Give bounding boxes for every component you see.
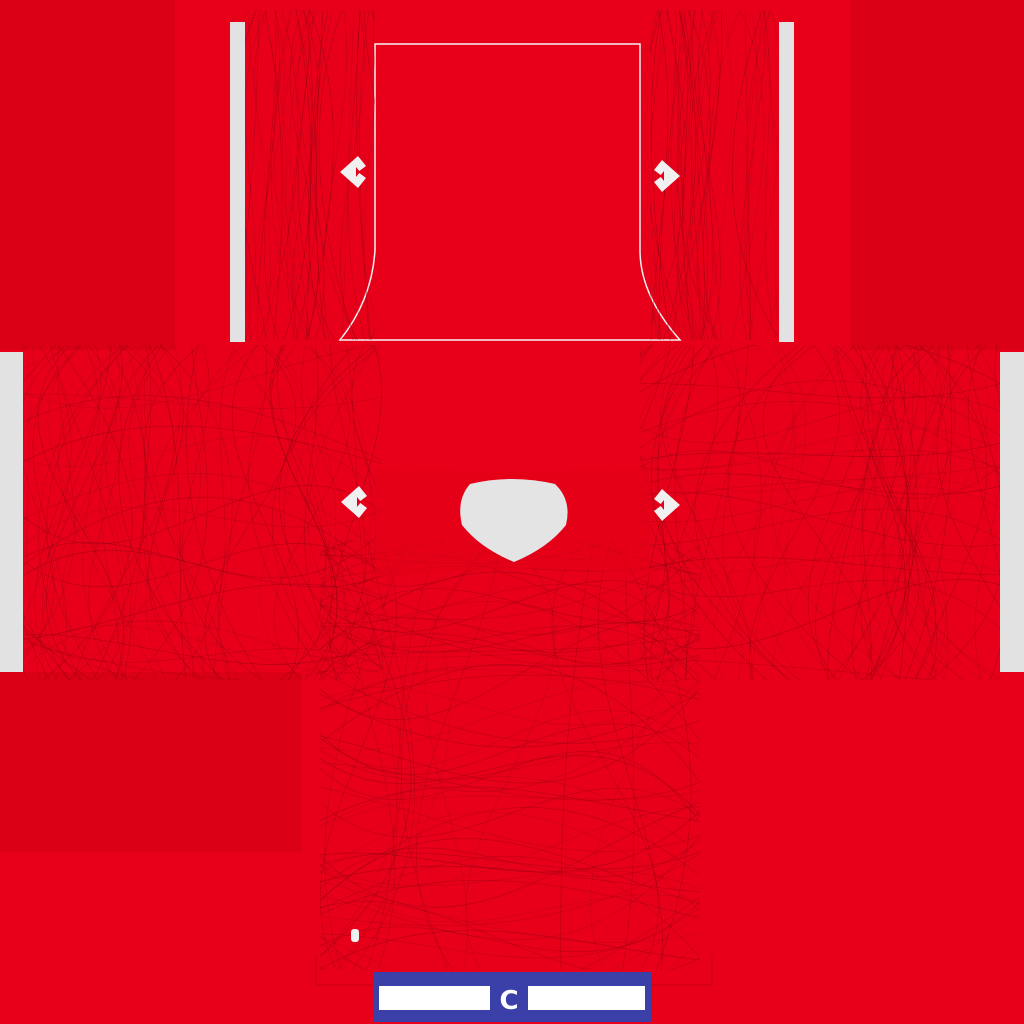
size-tag	[351, 929, 359, 942]
cuff-trim-top-left	[230, 22, 245, 342]
captain-armband: C	[373, 972, 651, 1022]
cuff-trim-top-right	[779, 22, 794, 342]
cuff-trim-mid-right	[1000, 352, 1024, 672]
collar-outline	[338, 43, 682, 341]
cuff-trim-mid-left	[0, 352, 23, 672]
kit-texture-canvas: C	[0, 0, 1024, 1024]
captain-letter: C	[499, 986, 518, 1016]
dark-panel-bottom-left	[0, 672, 302, 852]
dark-panel-top-left	[0, 0, 175, 350]
dark-panel-top-right	[850, 0, 1024, 350]
